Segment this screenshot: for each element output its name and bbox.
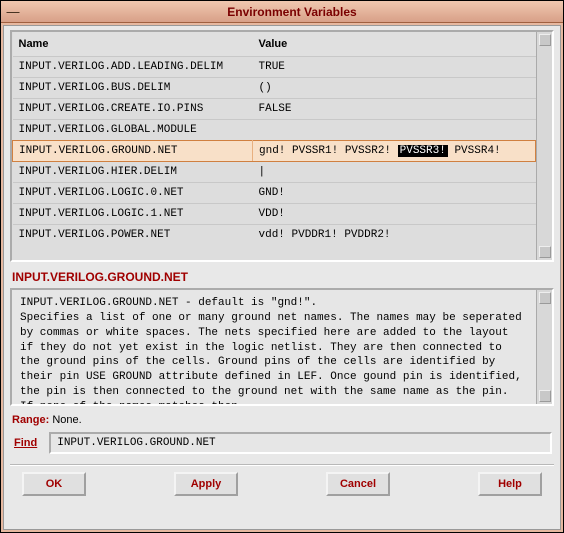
- titlebar[interactable]: — Environment Variables: [1, 1, 563, 23]
- cell-name: INPUT.VERILOG.LOGIC.1.NET: [13, 204, 253, 225]
- scroll-down-icon[interactable]: [539, 246, 551, 258]
- help-button[interactable]: Help: [478, 472, 542, 496]
- find-row: Find: [10, 432, 554, 460]
- table-row[interactable]: INPUT.VERILOG.GROUND.NETgnd! PVSSR1! PVS…: [13, 141, 536, 162]
- description-scrollbar[interactable]: [536, 290, 552, 404]
- cancel-button[interactable]: Cancel: [326, 472, 390, 496]
- range-value: None.: [52, 414, 81, 426]
- table-row[interactable]: INPUT.VERILOG.BUS.DELIM(): [13, 78, 536, 99]
- window-title: Environment Variables: [25, 5, 559, 19]
- table-row[interactable]: INPUT.VERILOG.HIER.DELIM|: [13, 162, 536, 183]
- cell-value: VDD!: [253, 204, 536, 225]
- find-button[interactable]: Find: [12, 435, 39, 451]
- cell-name: INPUT.VERILOG.GROUND.NET: [13, 141, 253, 162]
- find-input-wrap: [49, 432, 552, 454]
- range-row: Range: None.: [10, 406, 554, 432]
- env-table: Name Value INPUT.VERILOG.ADD.LEADING.DEL…: [10, 30, 554, 262]
- table-row[interactable]: INPUT.VERILOG.POWER.NETvdd! PVDDR1! PVDD…: [13, 225, 536, 246]
- cell-name: INPUT.VERILOG.GLOBAL.MODULE: [13, 120, 253, 141]
- scroll-up-icon[interactable]: [539, 292, 551, 304]
- cell-value: [253, 120, 536, 141]
- table-row[interactable]: INPUT.VERILOG.LOGIC.0.NETGND!: [13, 183, 536, 204]
- table-row[interactable]: INPUT.VERILOG.GLOBAL.MODULE: [13, 120, 536, 141]
- cell-value: FALSE: [253, 99, 536, 120]
- table-row[interactable]: INPUT.VERILOG.LOGIC.1.NETVDD!: [13, 204, 536, 225]
- cell-name: INPUT.VERILOG.POWER.NET: [13, 225, 253, 246]
- env-vars-window: — Environment Variables Name Value INPUT…: [0, 0, 564, 533]
- cell-name: INPUT.VERILOG.ADD.LEADING.DELIM: [13, 57, 253, 78]
- table-scrollbar[interactable]: [536, 32, 552, 260]
- selected-token: PVSSR3!: [398, 145, 448, 157]
- table-row[interactable]: INPUT.VERILOG.ADD.LEADING.DELIMTRUE: [13, 57, 536, 78]
- cell-name: INPUT.VERILOG.CREATE.IO.PINS: [13, 99, 253, 120]
- col-header-name[interactable]: Name: [13, 32, 253, 57]
- cell-value: TRUE: [253, 57, 536, 78]
- cell-value: GND!: [253, 183, 536, 204]
- find-input[interactable]: [57, 437, 544, 449]
- detail-heading: INPUT.VERILOG.GROUND.NET: [10, 262, 554, 288]
- divider: [10, 464, 554, 466]
- description-text[interactable]: INPUT.VERILOG.GROUND.NET - default is "g…: [12, 290, 536, 404]
- cell-value: (): [253, 78, 536, 99]
- cell-value: gnd! PVSSR1! PVSSR2! PVSSR3! PVSSR4!: [253, 141, 536, 162]
- cell-value: vdd! PVDDR1! PVDDR2!: [253, 225, 536, 246]
- scroll-down-icon[interactable]: [539, 390, 551, 402]
- ok-button[interactable]: OK: [22, 472, 86, 496]
- range-label: Range:: [12, 414, 49, 426]
- table-row[interactable]: INPUT.VERILOG.CREATE.IO.PINSFALSE: [13, 99, 536, 120]
- apply-button[interactable]: Apply: [174, 472, 238, 496]
- client-area: Name Value INPUT.VERILOG.ADD.LEADING.DEL…: [3, 25, 561, 530]
- description-panel: INPUT.VERILOG.GROUND.NET - default is "g…: [10, 288, 554, 406]
- dialog-buttons: OK Apply Cancel Help: [10, 472, 554, 498]
- scroll-track[interactable]: [539, 304, 551, 390]
- cell-name: INPUT.VERILOG.HIER.DELIM: [13, 162, 253, 183]
- window-menu-icon[interactable]: —: [5, 5, 21, 19]
- scroll-track[interactable]: [539, 46, 551, 246]
- cell-name: INPUT.VERILOG.BUS.DELIM: [13, 78, 253, 99]
- cell-value: |: [253, 162, 536, 183]
- col-header-value[interactable]: Value: [253, 32, 536, 57]
- cell-name: INPUT.VERILOG.LOGIC.0.NET: [13, 183, 253, 204]
- env-table-body[interactable]: Name Value INPUT.VERILOG.ADD.LEADING.DEL…: [12, 32, 536, 260]
- table-header-row: Name Value: [13, 32, 536, 57]
- scroll-up-icon[interactable]: [539, 34, 551, 46]
